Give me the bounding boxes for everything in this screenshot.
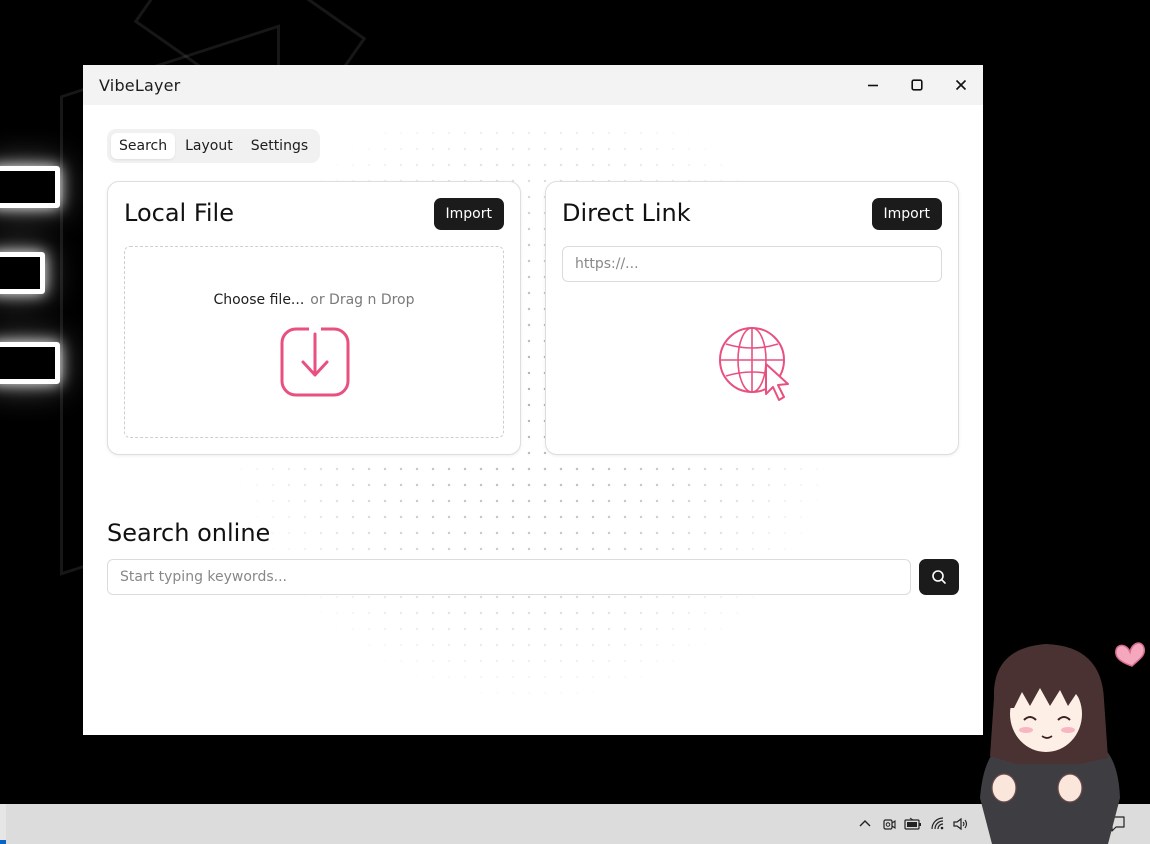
local-file-import-button[interactable]: Import <box>433 198 504 230</box>
wifi-icon <box>931 817 944 830</box>
volume-tray-button[interactable] <box>951 815 969 833</box>
app-window: VibeLayer Search Layout Settings Local F… <box>83 65 983 735</box>
tab-search[interactable]: Search <box>111 133 176 159</box>
direct-link-title: Direct Link <box>562 199 691 227</box>
direct-link-card: Direct Link Import <box>545 181 959 455</box>
search-input[interactable] <box>107 559 911 595</box>
search-online-title: Search online <box>107 519 271 547</box>
neon-decoration <box>0 342 60 384</box>
maximize-button[interactable] <box>895 65 939 105</box>
close-button[interactable] <box>939 65 983 105</box>
maximize-icon <box>911 79 923 91</box>
battery-tray-button[interactable] <box>904 815 922 833</box>
active-indicator <box>0 840 6 844</box>
title-bar[interactable]: VibeLayer <box>83 65 983 105</box>
minimize-button[interactable] <box>851 65 895 105</box>
neon-decoration <box>0 166 60 208</box>
neon-decoration <box>0 252 45 294</box>
file-dropzone[interactable]: Choose file... or Drag n Drop <box>124 246 504 438</box>
local-file-title: Local File <box>124 199 234 227</box>
mascot-character-image <box>980 642 1146 844</box>
direct-link-import-button[interactable]: Import <box>871 198 942 230</box>
url-input[interactable] <box>562 246 942 282</box>
choose-file-link[interactable]: Choose file... <box>213 292 304 308</box>
search-button[interactable] <box>919 559 959 595</box>
minimize-icon <box>868 84 878 87</box>
tab-layout[interactable]: Layout <box>177 133 241 159</box>
camera-tray-button[interactable] <box>880 815 898 833</box>
start-area[interactable] <box>0 804 6 844</box>
dropzone-text: Choose file... or Drag n Drop <box>125 292 503 308</box>
search-icon <box>932 570 946 584</box>
window-controls <box>851 65 983 105</box>
app-title: VibeLayer <box>99 75 181 95</box>
local-file-card: Local File Import Choose file... or Drag … <box>107 181 521 455</box>
video-icon <box>883 819 896 830</box>
network-tray-button[interactable] <box>929 815 947 833</box>
globe-cursor-icon <box>719 327 789 401</box>
battery-icon <box>904 817 921 830</box>
close-icon <box>955 79 967 91</box>
tab-settings[interactable]: Settings <box>243 133 316 159</box>
tab-bar: Search Layout Settings <box>107 129 321 163</box>
volume-icon <box>953 817 968 831</box>
chevron-up-icon <box>859 820 871 827</box>
show-hidden-icons-button[interactable] <box>856 815 874 833</box>
drag-drop-label: or Drag n Drop <box>310 292 415 308</box>
main-content: Search Layout Settings Local File Import… <box>83 105 983 735</box>
download-icon <box>280 326 350 397</box>
